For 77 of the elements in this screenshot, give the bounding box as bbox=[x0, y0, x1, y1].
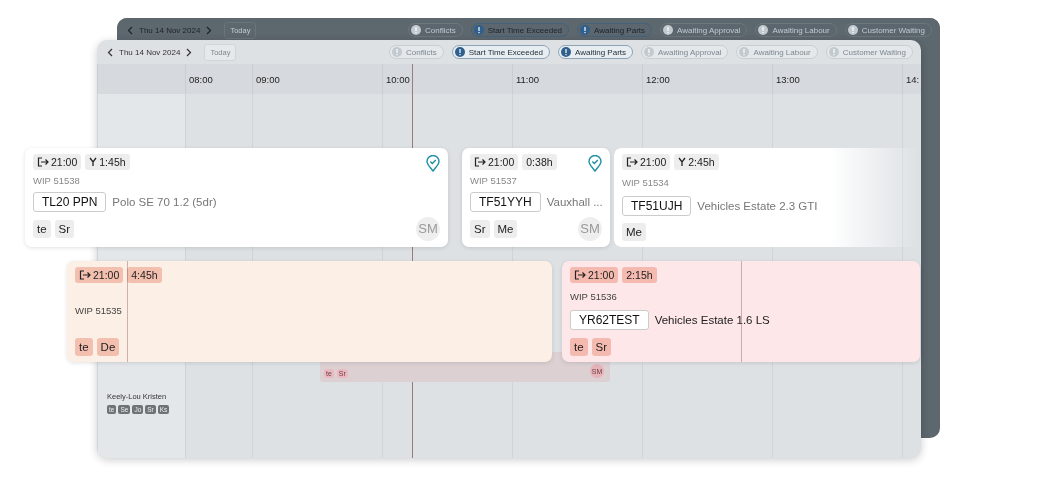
alert-icon bbox=[644, 47, 655, 57]
skill-tag: Sr bbox=[470, 220, 490, 238]
skill-tag: te bbox=[33, 220, 51, 238]
skill-tag: Me bbox=[493, 220, 518, 238]
alert-icon bbox=[392, 47, 403, 57]
vehicle-name: Vauxhall ... bbox=[546, 195, 603, 208]
wip-number: WIP 51534 bbox=[622, 177, 670, 189]
duration-badge: 1:45h bbox=[85, 154, 130, 170]
alert-icon bbox=[828, 47, 839, 57]
assignee-avatar: SM bbox=[416, 217, 440, 241]
skill-tag: te bbox=[570, 338, 588, 356]
skill-tag: Me bbox=[622, 223, 646, 241]
alert-icon bbox=[663, 25, 674, 35]
filter-chip[interactable]: Awaiting Labour bbox=[736, 45, 818, 59]
chevron-right-icon[interactable] bbox=[186, 47, 193, 57]
duration-badge: 2:45h bbox=[674, 154, 719, 170]
duration-badge: 2:15h bbox=[622, 267, 657, 283]
hour-label: 12:00 bbox=[642, 64, 772, 94]
filter-chip[interactable]: Customer Waiting bbox=[844, 23, 932, 37]
registration-plate: YR62TEST bbox=[570, 310, 649, 330]
registration-plate: TF51YYH bbox=[470, 191, 541, 212]
skill-tag: Sr bbox=[54, 220, 75, 238]
wip-number: WIP 51538 bbox=[33, 175, 81, 187]
skill-tag: te bbox=[75, 338, 93, 356]
exit-icon bbox=[574, 270, 586, 280]
wip-number: WIP 51536 bbox=[570, 291, 618, 302]
filter-chip[interactable]: Awaiting Parts bbox=[577, 23, 653, 37]
job-card[interactable]: 21:00 1:45h WIP 51538 TL20 PPN Polo SE 70 1.2 (5dr) te Sr SM bbox=[25, 148, 448, 247]
job-card[interactable]: 21:00 0:38h WIP 51537 TF51YYH Vauxhall ... Sr Me SM bbox=[462, 148, 610, 247]
exit-icon bbox=[37, 157, 49, 167]
hour-label: 14: bbox=[902, 64, 921, 94]
duration-badge: 4:45h bbox=[127, 267, 162, 283]
filter-chip[interactable]: Awaiting Approval bbox=[660, 23, 748, 37]
duration-badge: 0:38h bbox=[522, 154, 557, 170]
hour-label: 09:00 bbox=[252, 64, 382, 94]
vehicle-name: Vehicles Estate 1.6 LS bbox=[654, 314, 770, 326]
skill-tag: De bbox=[96, 338, 120, 356]
hour-label: 11:00 bbox=[512, 64, 642, 94]
exit-icon bbox=[79, 270, 91, 280]
start-time-badge: 21:00 bbox=[75, 267, 124, 283]
wip-number: WIP 51535 bbox=[75, 305, 123, 316]
filter-chip[interactable]: Awaiting Parts bbox=[558, 45, 634, 59]
skill-tag: Sr bbox=[591, 338, 612, 356]
start-time-badge: 21:00 bbox=[622, 154, 671, 170]
vehicle-name: Polo SE 70 1.2 (5dr) bbox=[112, 195, 217, 208]
start-time-badge: 21:00 bbox=[33, 154, 82, 170]
assignee-avatar: SM bbox=[578, 217, 602, 241]
start-time-badge: 21:00 bbox=[470, 154, 519, 170]
hour-label: 13:00 bbox=[772, 64, 902, 94]
date-label: Thu 14 Nov 2024 bbox=[139, 25, 201, 35]
job-card[interactable]: 21:00 2:15h WIP 51536 YR62TEST Vehicles Estate 1.6 LS te Sr bbox=[562, 261, 920, 362]
alert-icon bbox=[454, 47, 465, 57]
chevron-left-icon[interactable] bbox=[107, 47, 113, 57]
filter-chip[interactable]: Start Time Exceeded bbox=[451, 45, 551, 59]
exit-icon bbox=[474, 157, 486, 167]
filter-chip[interactable]: Awaiting Approval bbox=[641, 45, 729, 59]
alert-icon bbox=[739, 47, 750, 57]
alert-icon bbox=[847, 25, 858, 35]
job-card[interactable]: 21:00 4:45h WIP 51535 te De bbox=[67, 261, 552, 362]
job-card[interactable]: 21:00 2:45h WIP 51534 TF51UJH Vehicles Estate 2.3 GTI Me bbox=[614, 148, 920, 247]
alert-icon bbox=[580, 25, 591, 35]
date-label: Thu 14 Nov 2024 bbox=[119, 47, 181, 57]
filter-chip[interactable]: Conflicts bbox=[389, 45, 444, 59]
alert-icon bbox=[411, 25, 422, 35]
wip-number: WIP 51537 bbox=[470, 175, 518, 187]
filter-chip[interactable]: Customer Waiting bbox=[825, 45, 913, 59]
hour-label: 08:00 bbox=[185, 64, 252, 94]
registration-plate: TL20 PPN bbox=[33, 191, 107, 212]
alert-icon bbox=[758, 25, 769, 35]
filter-chip[interactable]: Conflicts bbox=[408, 23, 463, 37]
vehicle-name: Vehicles Estate 2.3 GTI bbox=[697, 199, 818, 212]
registration-plate: TF51UJH bbox=[622, 195, 692, 216]
filter-chip[interactable]: Awaiting Labour bbox=[755, 23, 837, 37]
exit-icon bbox=[626, 157, 638, 167]
alert-icon bbox=[473, 25, 484, 35]
start-time-badge: 21:00 bbox=[570, 267, 619, 283]
alert-icon bbox=[561, 47, 572, 57]
